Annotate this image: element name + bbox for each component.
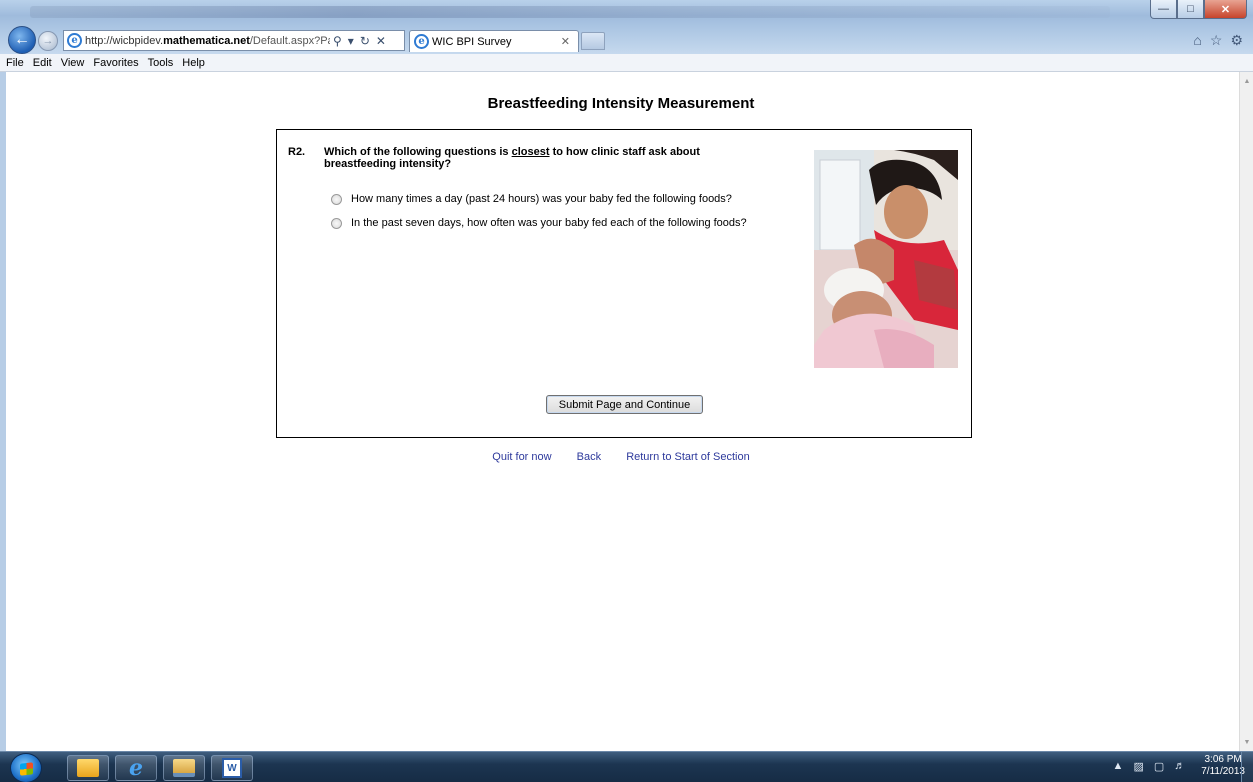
page-viewport: Breastfeeding Intensity Measurement R2. …: [6, 72, 1236, 751]
network-icon[interactable]: ▢: [1154, 760, 1164, 773]
clock[interactable]: 3:06 PM 7/11/2013: [1201, 754, 1245, 778]
radio-button[interactable]: [331, 217, 342, 229]
device-icon[interactable]: ▨: [1133, 760, 1143, 773]
breastfeeding-photo-illustration: [814, 150, 958, 368]
question-text-part: Which of the following questions is: [324, 146, 512, 158]
question-box: R2. Which of the following questions is …: [276, 129, 972, 438]
word-icon: W: [222, 758, 242, 778]
answer-option-24-hours[interactable]: How many times a day (past 24 hours) was…: [331, 193, 732, 205]
menu-file[interactable]: File: [6, 57, 24, 69]
ie-page-icon: e: [67, 33, 82, 48]
tab-ie-icon: e: [414, 34, 429, 49]
clock-date: 7/11/2013: [1201, 766, 1245, 777]
show-desktop-button[interactable]: [1241, 752, 1253, 782]
vertical-scrollbar[interactable]: ▲ ▼: [1239, 72, 1253, 751]
question-text: Which of the following questions is clos…: [324, 146, 764, 170]
word-taskbar-icon[interactable]: W: [211, 755, 253, 781]
back-arrow-icon[interactable]: ←: [8, 26, 36, 54]
window-title-bar: — □ ✕: [0, 0, 1253, 26]
blurred-window-title: [30, 6, 1110, 18]
system-tray: ▲ ▨ ▢ ♬ 3:06 PM 7/11/2013: [1113, 754, 1245, 778]
navigation-bar: ← → e http://wicbpidev.mathematica.net/D…: [0, 26, 1253, 54]
stop-icon[interactable]: ✕: [376, 34, 386, 48]
start-button[interactable]: [10, 753, 42, 782]
page-title: Breastfeeding Intensity Measurement: [487, 95, 755, 112]
outlook-icon: [77, 759, 99, 777]
answer-option-seven-days[interactable]: In the past seven days, how often was yo…: [331, 217, 747, 229]
scroll-up-arrow-icon[interactable]: ▲: [1240, 74, 1253, 88]
submit-page-button[interactable]: Submit Page and Continue: [546, 395, 703, 414]
tab-close-icon[interactable]: ✕: [561, 35, 570, 48]
dropdown-icon[interactable]: ▾: [348, 34, 354, 48]
return-to-start-link[interactable]: Return to Start of Section: [626, 451, 750, 463]
tab-wic-bpi-survey[interactable]: e WIC BPI Survey ✕: [409, 30, 579, 52]
url-prefix: http://wicbpidev.: [85, 34, 164, 47]
scroll-down-arrow-icon[interactable]: ▼: [1240, 735, 1253, 749]
gear-icon[interactable]: ⚙: [1230, 32, 1243, 49]
menu-help[interactable]: Help: [182, 57, 205, 69]
browser-toolbar-icons: ⌂ ☆ ⚙: [1193, 32, 1243, 49]
windows-logo-icon: [20, 762, 33, 776]
window-controls: — □ ✕: [1150, 0, 1247, 20]
outlook-taskbar-icon[interactable]: [67, 755, 109, 781]
url-suffix: /Default.aspx?Page=!: [249, 34, 330, 47]
breastfeeding-photo: [814, 150, 958, 368]
question-number: R2.: [288, 146, 306, 158]
new-tab-button[interactable]: [581, 32, 605, 50]
menu-view[interactable]: View: [61, 57, 85, 69]
menu-bar: File Edit View Favorites Tools Help: [0, 54, 1253, 72]
internet-explorer-taskbar-icon[interactable]: e: [115, 755, 157, 781]
refresh-icon[interactable]: ↻: [360, 34, 370, 48]
question-emphasis: closest: [511, 146, 550, 158]
address-tools: ⚲ ▾ ↻ ✕: [333, 34, 386, 48]
radio-button[interactable]: [331, 193, 342, 205]
minimize-button[interactable]: —: [1150, 0, 1177, 19]
menu-favorites[interactable]: Favorites: [93, 57, 138, 69]
option-label: How many times a day (past 24 hours) was…: [351, 193, 732, 205]
address-bar[interactable]: e http://wicbpidev.mathematica.net/Defau…: [63, 30, 405, 51]
url-text: http://wicbpidev.mathematica.net/Default…: [85, 35, 330, 47]
show-hidden-icons-arrow-icon[interactable]: ▲: [1113, 760, 1124, 773]
maximize-button[interactable]: □: [1177, 0, 1204, 19]
tab-title: WIC BPI Survey: [432, 35, 512, 48]
menu-tools[interactable]: Tools: [148, 57, 174, 69]
option-label: In the past seven days, how often was yo…: [351, 217, 747, 229]
tray-icons: ▲ ▨ ▢ ♬: [1113, 760, 1186, 773]
search-icon[interactable]: ⚲: [333, 34, 342, 48]
home-icon[interactable]: ⌂: [1193, 32, 1201, 49]
menu-edit[interactable]: Edit: [33, 57, 52, 69]
navigation-links: Quit for now Back Return to Start of Sec…: [6, 451, 1236, 463]
folder-icon: [173, 759, 195, 777]
url-domain: mathematica.net: [163, 34, 250, 47]
taskbar: e W ▲ ▨ ▢ ♬ 3:06 PM 7/11/2013: [0, 751, 1253, 782]
internet-explorer-icon: e: [129, 755, 143, 781]
quit-link[interactable]: Quit for now: [492, 451, 551, 463]
close-button[interactable]: ✕: [1204, 0, 1247, 19]
forward-arrow-icon[interactable]: →: [38, 31, 58, 51]
file-explorer-taskbar-icon[interactable]: [163, 755, 205, 781]
clock-time: 3:06 PM: [1204, 754, 1242, 765]
volume-icon[interactable]: ♬: [1174, 760, 1185, 773]
back-link[interactable]: Back: [577, 451, 601, 463]
favorites-star-icon[interactable]: ☆: [1210, 32, 1223, 49]
